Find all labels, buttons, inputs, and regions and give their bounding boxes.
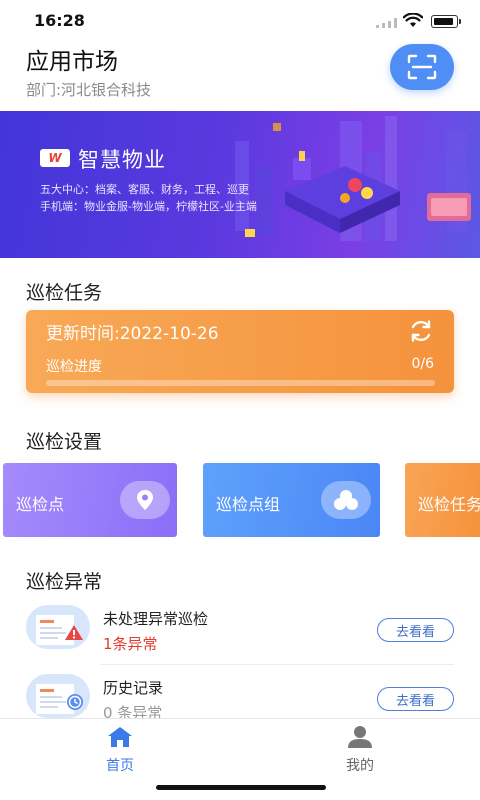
warning-document-icon (26, 605, 90, 649)
status-time: 16:28 (34, 11, 85, 30)
location-pin-icon (120, 481, 170, 519)
patrol-task-settings-card[interactable]: 巡检任务 (405, 463, 480, 537)
abnormal-list-item[interactable]: 未处理异常巡检 1条异常 去看看 (26, 604, 454, 664)
patrol-task-heading: 巡检任务 (26, 282, 103, 304)
signal-icon (376, 18, 397, 28)
city-illustration (235, 116, 471, 241)
abnormal-item-name: 未处理异常巡检 (103, 610, 209, 628)
clock-document-icon (26, 674, 90, 718)
patrol-point-group-label: 巡检点组 (216, 495, 281, 514)
scan-button[interactable] (390, 44, 454, 90)
tab-mine[interactable]: 我的 (330, 725, 390, 775)
scan-icon (407, 54, 437, 80)
refresh-icon[interactable] (408, 318, 434, 344)
page-title: 应用市场 (26, 49, 118, 75)
progress-value: 0/6 (411, 356, 434, 372)
battery-icon (431, 15, 461, 28)
patrol-point-group-card[interactable]: 巡检点组 (203, 463, 380, 537)
brand-logo: W (40, 149, 70, 167)
list-divider (100, 664, 454, 665)
tab-home-label: 首页 (106, 758, 134, 774)
status-bar: 16:28 (0, 0, 480, 44)
banner-line-2: 手机端：物业金服-物业端，柠檬社区-业主端 (40, 200, 257, 213)
user-icon (348, 726, 372, 748)
update-time: 更新时间:2022-10-26 (46, 324, 219, 344)
view-unprocessed-button[interactable]: 去看看 (377, 618, 454, 642)
promo-banner[interactable]: W 智慧物业 五大中心：档案、客服、财务，工程、巡更 手机端：物业金服-物业端，… (0, 111, 480, 258)
home-indicator (156, 785, 326, 790)
group-circles-icon (321, 481, 371, 519)
patrol-abnormal-heading: 巡检异常 (26, 571, 103, 593)
patrol-settings-heading: 巡检设置 (26, 431, 103, 453)
home-icon (108, 727, 132, 747)
app-market-page: 16:28 应用市场 部门:河北银合科技 W 智慧物业 五大中心：档案、客服、财… (0, 0, 480, 800)
patrol-task-card[interactable]: 更新时间:2022-10-26 巡检进度 0/6 (26, 310, 454, 393)
progress-label: 巡检进度 (46, 359, 102, 375)
tab-mine-label: 我的 (346, 758, 374, 774)
brand-logo-text: W (48, 151, 62, 165)
wifi-icon (403, 13, 423, 27)
progress-bar (46, 380, 435, 386)
department-label: 部门:河北银合科技 (26, 81, 152, 99)
view-history-button[interactable]: 去看看 (377, 687, 454, 711)
patrol-point-card[interactable]: 巡检点 (3, 463, 177, 537)
abnormal-item-count: 1条异常 (103, 635, 158, 653)
patrol-point-label: 巡检点 (16, 495, 65, 514)
tab-home[interactable]: 首页 (90, 725, 150, 775)
banner-line-1: 五大中心：档案、客服、财务，工程、巡更 (40, 183, 249, 196)
banner-title: 智慧物业 (78, 148, 166, 172)
abnormal-item-name: 历史记录 (103, 679, 164, 697)
patrol-task-settings-label: 巡检任务 (418, 495, 480, 514)
